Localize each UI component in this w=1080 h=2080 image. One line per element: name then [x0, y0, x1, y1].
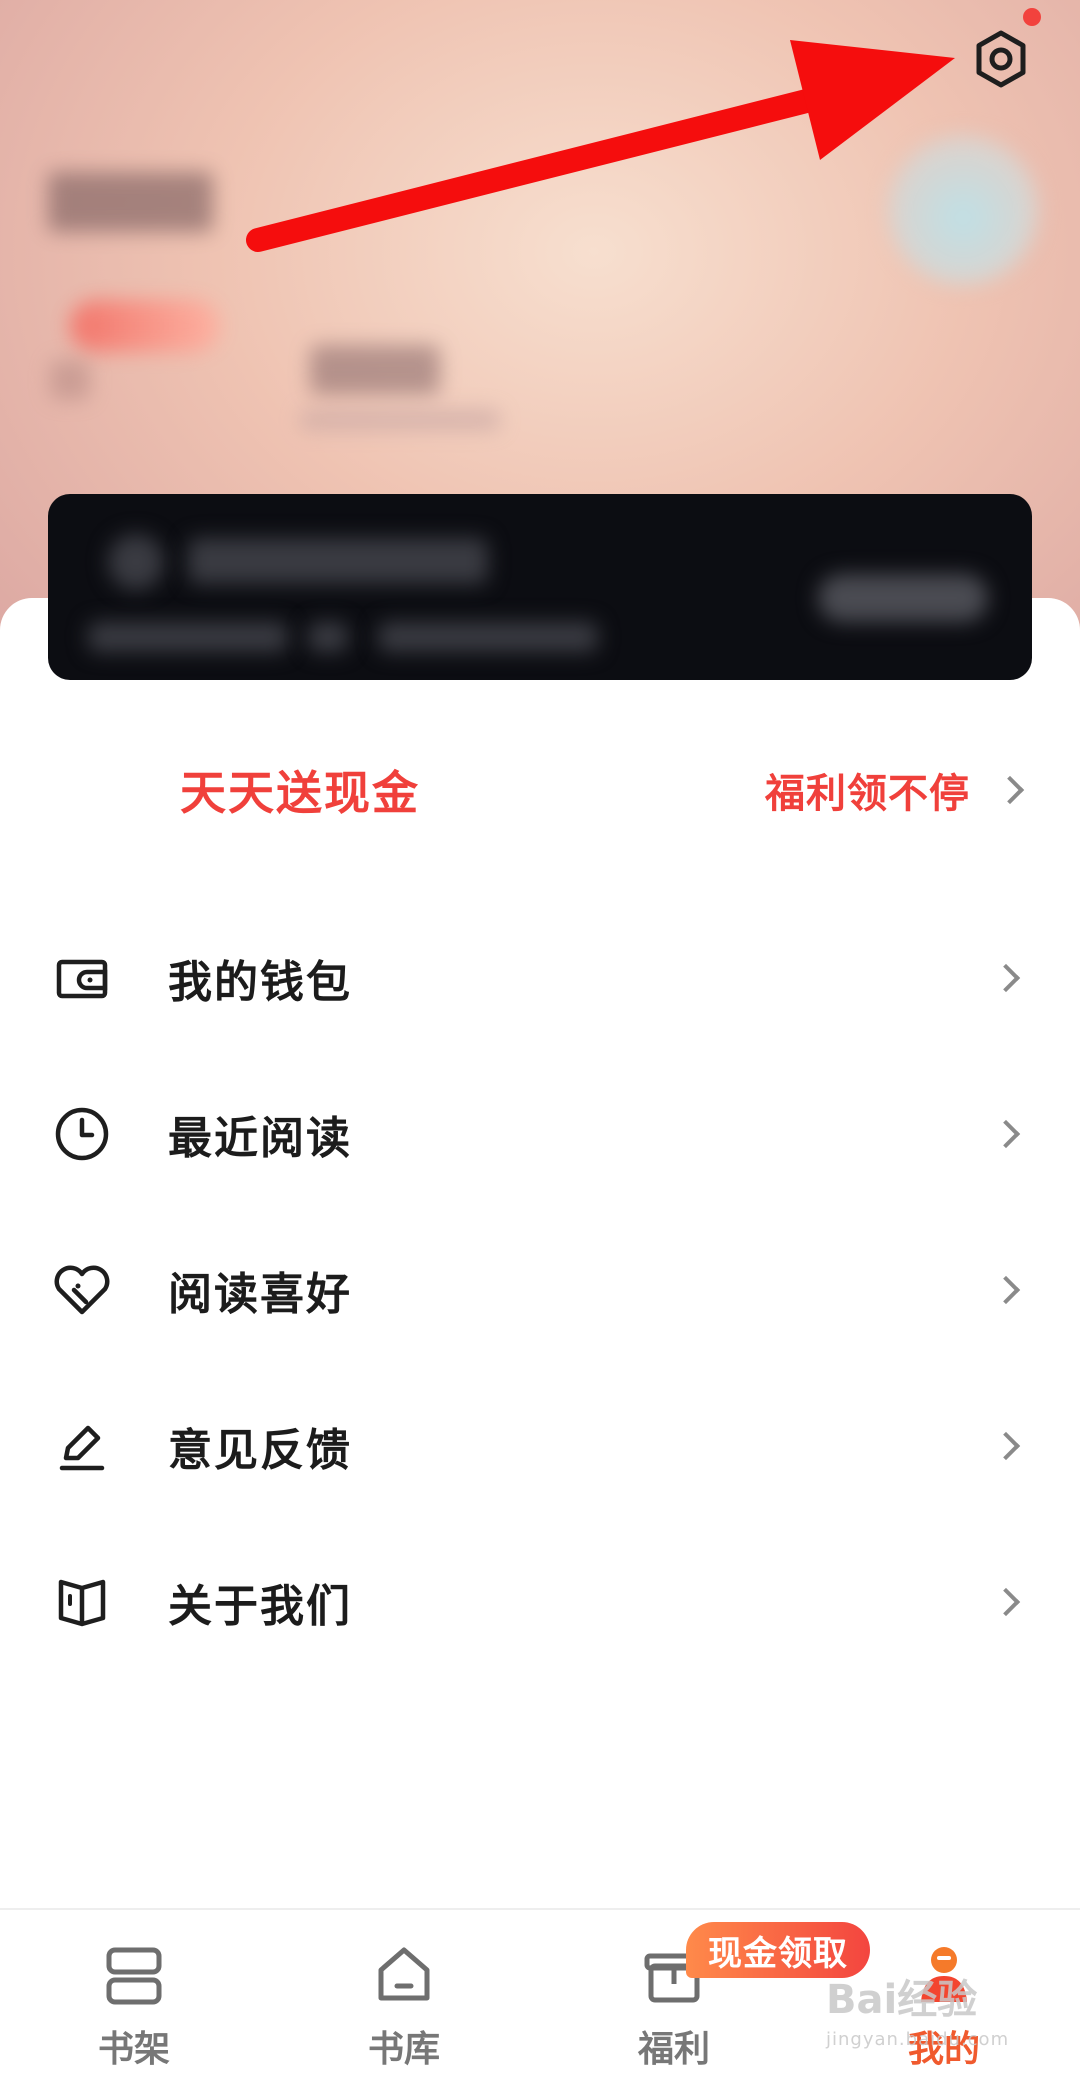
cash-claim-badge[interactable]: 现金领取: [686, 1922, 870, 1978]
notification-dot: [1023, 8, 1041, 26]
daily-cash-promo[interactable]: 天天送现金 福利领不停: [0, 740, 1080, 840]
blurred-badge: [70, 300, 220, 352]
blurred-username[interactable]: [48, 172, 213, 232]
vip-open-button[interactable]: [818, 574, 988, 622]
nav-label: 书库: [367, 2029, 440, 2070]
menu-item-label: 我的钱包: [168, 957, 352, 1008]
nav-label: 福利: [637, 2029, 710, 2070]
blurred-stat-value: [310, 345, 440, 395]
blurred-vip-desc-sep: [308, 622, 348, 652]
chevron-right-icon: [991, 1431, 1021, 1461]
nav-label: 书架: [97, 2029, 170, 2070]
blurred-stat-icon: [50, 360, 90, 400]
chevron-right-icon: [991, 1275, 1021, 1305]
gear-icon: [976, 30, 1026, 88]
chevron-right-icon: [991, 963, 1021, 993]
menu-item-label: 关于我们: [168, 1581, 352, 1632]
menu-item-feedback[interactable]: 意见反馈: [0, 1368, 1080, 1524]
bookshelf-icon: [106, 1947, 162, 2005]
nav-tab-bookshelf[interactable]: 书架: [34, 1910, 234, 2080]
promo-subtitle: 福利领不停: [765, 771, 970, 817]
menu-item-label: 阅读喜好: [168, 1269, 352, 1320]
nav-tab-library[interactable]: 书库: [304, 1910, 504, 2080]
promo-title: 天天送现金: [180, 766, 420, 820]
chevron-right-icon: [991, 1119, 1021, 1149]
chevron-right-icon: [995, 775, 1025, 805]
blurred-vip-desc-2: [378, 622, 598, 652]
clock-icon: [52, 1104, 112, 1164]
blurred-vip-desc: [88, 622, 288, 652]
vip-icon: [108, 534, 164, 590]
menu-item-label: 最近阅读: [168, 1113, 352, 1164]
menu-item-recent-reading[interactable]: 最近阅读: [0, 1056, 1080, 1212]
watermark: Bai经验 jingyan.baidu.com: [826, 1980, 1056, 2070]
blurred-vip-title: [188, 538, 488, 584]
watermark-main: Bai经验: [826, 1977, 978, 2023]
home-icon: [378, 1947, 430, 2001]
watermark-sub: jingyan.baidu.com: [826, 2029, 1010, 2050]
chevron-right-icon: [991, 1587, 1021, 1617]
menu-item-about-us[interactable]: 关于我们: [0, 1524, 1080, 1680]
menu-item-label: 意见反馈: [168, 1425, 352, 1476]
vip-membership-card[interactable]: [48, 494, 1032, 680]
menu-item-wallet[interactable]: 我的钱包: [0, 900, 1080, 1056]
wallet-icon: [52, 948, 112, 1008]
blurred-stat-caption: [300, 410, 500, 430]
heart-tag-icon: [52, 1260, 112, 1320]
settings-button[interactable]: [966, 24, 1036, 94]
edit-pen-icon: [52, 1416, 112, 1476]
book-icon: [52, 1572, 112, 1632]
menu-list: 我的钱包 最近阅读 阅读喜好 意见反馈 关于我们: [0, 900, 1080, 1680]
menu-item-reading-preference[interactable]: 阅读喜好: [0, 1212, 1080, 1368]
avatar[interactable]: [888, 135, 1038, 285]
